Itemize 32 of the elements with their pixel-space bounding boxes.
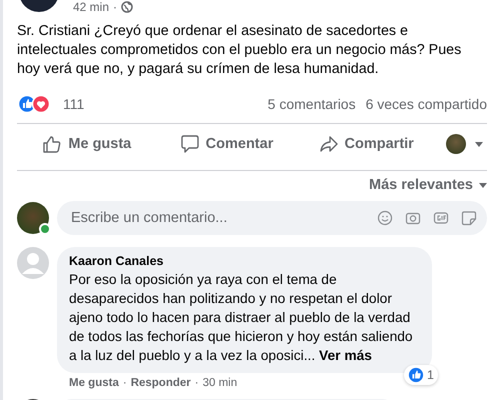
camera-icon[interactable] (405, 210, 421, 226)
reaction-count: 1 (427, 368, 434, 382)
share-button[interactable]: Compartir (296, 128, 436, 160)
reaction-badge[interactable]: 1 (404, 365, 438, 385)
post-text: Sr. Cristiani ¿Creyó que ordenar el asesinato de sacedortes e intelectuales comprometidos con el pueblo era un negocio más? Pues hoy verá que no, y pagará su crímen de lesa humanidad. (17, 22, 462, 79)
like-button[interactable]: Me gusta (17, 128, 157, 160)
reply-link[interactable]: Responder (130, 377, 191, 389)
comment-field[interactable]: Escribe un comentario... (69, 209, 365, 227)
gif-icon[interactable] (433, 210, 449, 226)
see-more-link[interactable]: Ver más (319, 348, 372, 363)
sticker-icon[interactable] (461, 210, 477, 226)
share-arrow-icon (318, 134, 339, 154)
reaction-count[interactable]: 111 (63, 96, 84, 112)
user-avatar[interactable] (17, 202, 49, 234)
comments-count[interactable]: 5 comentarios (268, 96, 356, 112)
sort-dropdown[interactable]: Más relevantes (369, 171, 487, 199)
separator-dot: · (122, 377, 127, 389)
comment-box[interactable]: Escribe un comentario... (57, 201, 487, 235)
comment-time[interactable]: 30 min (202, 377, 238, 389)
emoji-icon[interactable] (377, 210, 393, 226)
thumbs-up-icon (42, 134, 62, 154)
separator-dot: · (113, 0, 118, 14)
comment-author[interactable]: Kaaron Canales (69, 254, 420, 268)
comment-button[interactable]: Comentar (156, 128, 296, 160)
like-link[interactable]: Me gusta (69, 377, 119, 389)
separator-dot: · (194, 377, 199, 389)
shares-count[interactable]: 6 veces compartido (366, 96, 487, 112)
post-time[interactable]: 42 min (73, 0, 110, 14)
speech-bubble-icon (180, 134, 200, 154)
like-reaction-icon (408, 367, 424, 383)
comment-text: Por eso la oposición ya raya con el tema de desaparecidos han politizando y no respetan el dolor ajeno todo lo hacen para distraer al pueblo de la verdad de todos las fechorías que hicieron y hoy están saliendo a la luz del pueblo y a la vez la oposici... Ver más (69, 271, 414, 365)
globe-icon (121, 0, 134, 12)
